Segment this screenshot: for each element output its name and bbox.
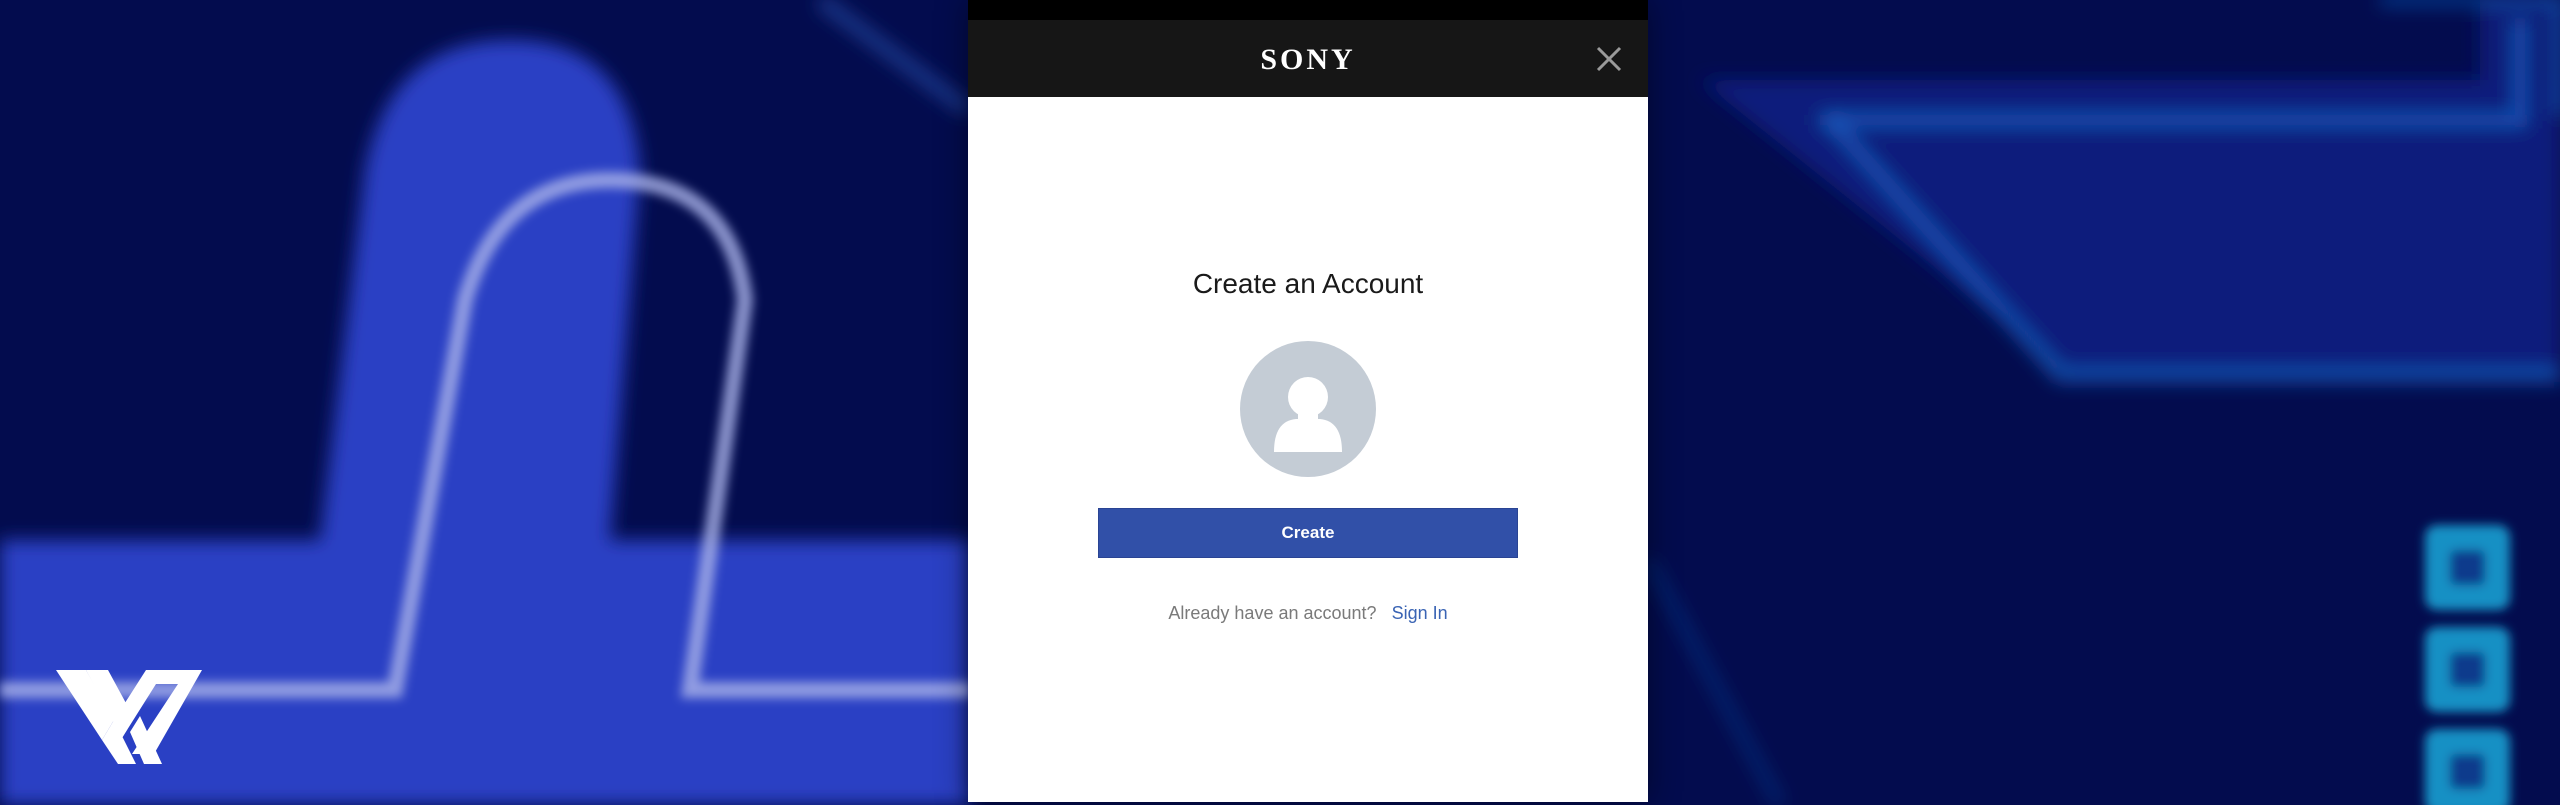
create-account-dialog: SONY Create an Account Create Already ha…: [968, 0, 1648, 802]
user-silhouette-icon: [1274, 377, 1342, 452]
page-background: SONY Create an Account Create Already ha…: [0, 0, 2560, 805]
signin-link[interactable]: Sign In: [1392, 603, 1448, 623]
dialog-header: SONY: [968, 20, 1648, 97]
close-icon[interactable]: [1594, 44, 1624, 74]
dialog-top-bar: [968, 0, 1648, 20]
signin-prompt: Already have an account?: [1168, 603, 1377, 623]
avatar: [1240, 341, 1376, 477]
brand-logo: SONY: [1260, 43, 1356, 76]
dialog-title: Create an Account: [1192, 268, 1424, 299]
w-logo-icon: [56, 670, 202, 764]
create-button[interactable]: Create: [1098, 508, 1518, 558]
signin-row: Already have an account? Sign In: [968, 603, 1648, 624]
